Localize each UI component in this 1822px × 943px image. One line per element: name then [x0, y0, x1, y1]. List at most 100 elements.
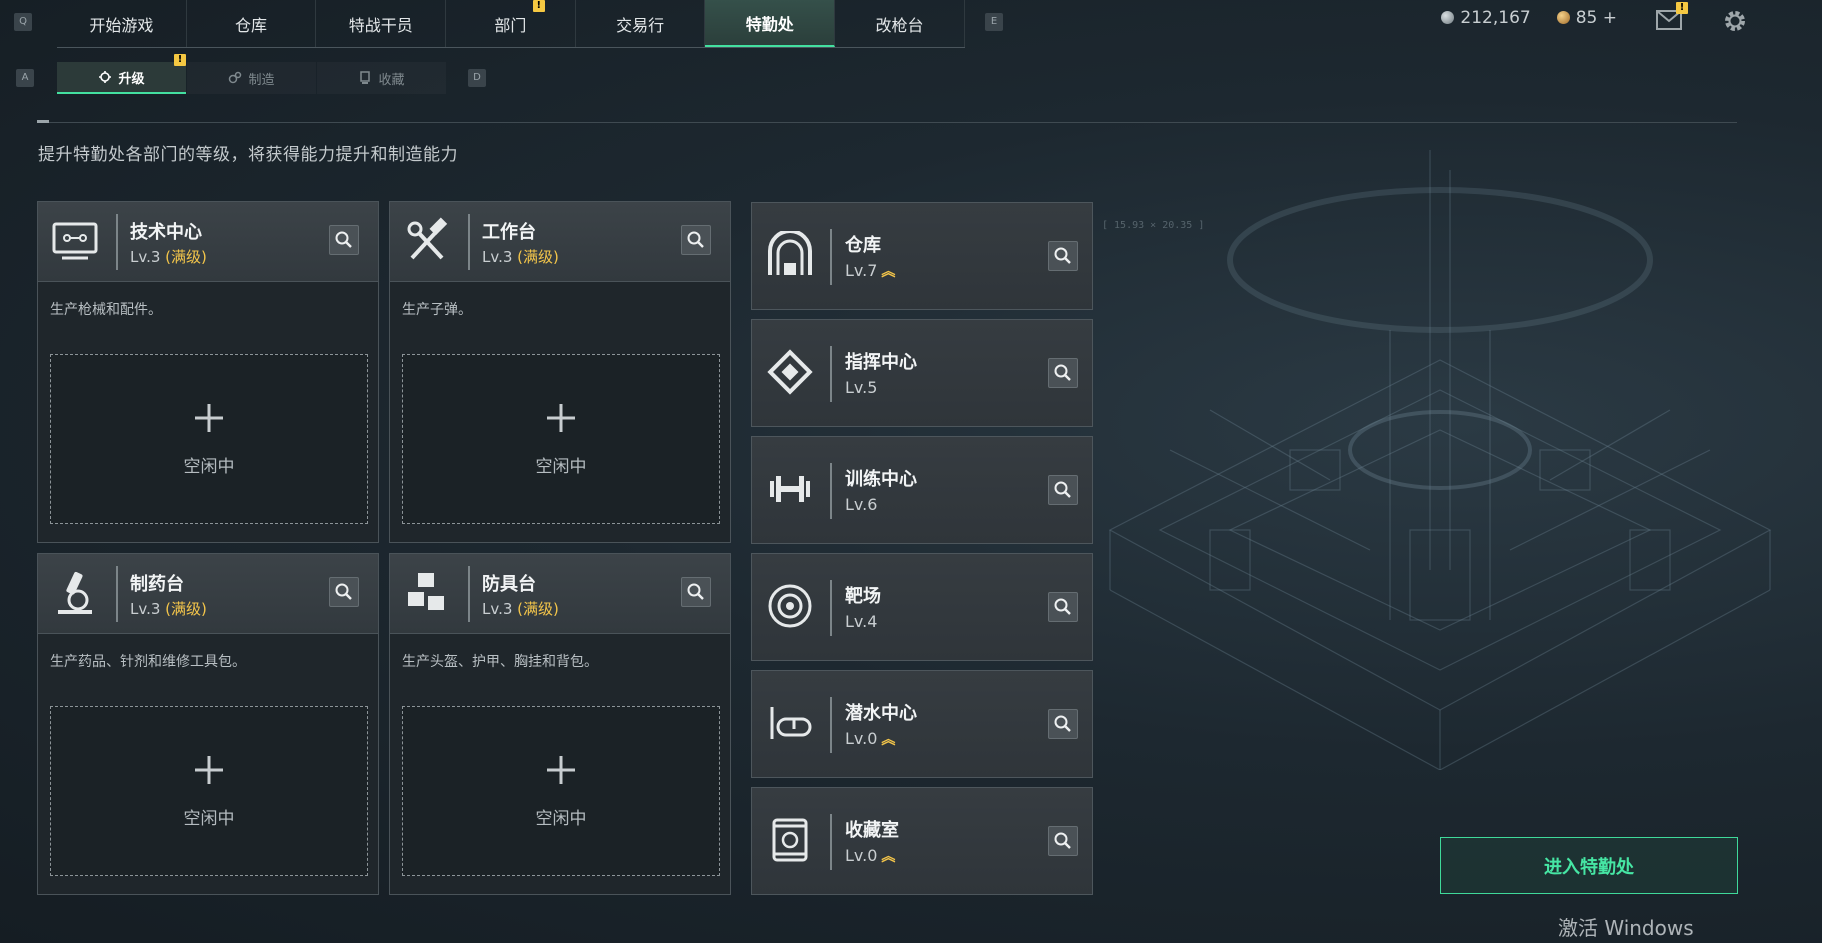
level-value: Lv.5 [845, 378, 878, 397]
department-description: 生产子弹。 [402, 302, 472, 318]
department-level: Lv.3 (满级) [130, 598, 207, 619]
department-title: 工作台 [482, 222, 536, 243]
production-slot[interactable]: 空闲中 [50, 354, 368, 524]
level-value: Lv.3 [482, 248, 513, 266]
search-icon [687, 583, 704, 600]
tab-special-ops[interactable]: 特勤处 [705, 0, 836, 47]
mail-button[interactable]: ! [1656, 2, 1688, 32]
intro-text: 提升特勤处各部门的等级，将获得能力提升和制造能力 [38, 145, 458, 165]
upgrade-available-icon: ︽ [881, 264, 896, 280]
inspect-button[interactable] [1048, 709, 1078, 739]
department-card-tech-center[interactable]: 技术中心 Lv.3 (满级) 生产枪械和配件。 空闲中 [37, 201, 379, 543]
slot-status: 空闲中 [183, 809, 235, 829]
inspect-button[interactable] [1048, 592, 1078, 622]
command-emblem-icon [767, 349, 813, 395]
inspect-button[interactable] [329, 577, 359, 607]
gears-icon [229, 71, 242, 84]
search-icon [1054, 247, 1071, 264]
production-slot[interactable]: 空闲中 [402, 706, 720, 876]
level-value: Lv.6 [845, 495, 878, 514]
upgrade-available-icon: ︽ [881, 732, 896, 748]
tab-warehouse[interactable]: 仓库 [187, 0, 317, 47]
silver-coin-icon [1441, 11, 1455, 24]
department-card-command-center[interactable]: 指挥中心 Lv.5 [751, 319, 1093, 427]
production-slot[interactable]: 空闲中 [402, 354, 720, 524]
inspect-button[interactable] [329, 225, 359, 255]
divider-line [37, 122, 1737, 123]
divider-marker [37, 120, 49, 123]
header-separator [468, 566, 470, 622]
search-icon [335, 231, 352, 248]
inspect-button[interactable] [681, 577, 711, 607]
card-separator [830, 229, 832, 285]
card-header: 技术中心 Lv.3 (满级) [38, 202, 378, 282]
gold-coin-icon [1556, 11, 1570, 24]
department-card-training-center[interactable]: 训练中心 Lv.6 [751, 436, 1093, 544]
windows-activation-watermark: 激活 Windows [1558, 916, 1694, 940]
tab-label: 开始游戏 [89, 15, 154, 35]
subtab-upgrade[interactable]: 升级 ! [57, 54, 186, 94]
max-level-tag: (满级) [165, 248, 207, 266]
plus-icon [547, 756, 575, 784]
level-value: Lv.0 [845, 729, 878, 748]
department-card-shooting-range[interactable]: 靶场 Lv.4 [751, 553, 1093, 661]
wrench-gear-icon [99, 71, 112, 83]
subtab-collection[interactable]: 收藏 [317, 62, 446, 94]
tab-operators[interactable]: 特战干员 [316, 0, 447, 47]
department-title: 指挥中心 [845, 352, 917, 373]
department-description: 生产头盔、护甲、胸挂和背包。 [402, 654, 598, 670]
subtab-label: 收藏 [378, 72, 405, 88]
mail-notification-badge: ! [1676, 2, 1688, 14]
production-slot[interactable]: 空闲中 [50, 706, 368, 876]
tab-gunsmith[interactable]: 改枪台 [835, 0, 965, 47]
department-level: Lv.7 ︽ [845, 261, 895, 281]
card-separator [830, 814, 832, 870]
inspect-button[interactable] [1048, 241, 1078, 271]
department-level: Lv.4 [845, 612, 877, 631]
gear-icon [1725, 11, 1745, 31]
search-icon [1054, 481, 1071, 498]
currency-bar: 212,167 85 + [1441, 8, 1617, 28]
department-level: Lv.6 [845, 495, 877, 514]
department-level: Lv.3 (满级) [130, 246, 207, 267]
inspect-button[interactable] [1048, 475, 1078, 505]
enter-special-ops-button[interactable]: 进入特勤处 [1440, 837, 1738, 894]
tab-departments[interactable]: 部门 ! [446, 0, 576, 47]
search-icon [687, 231, 704, 248]
department-title: 仓库 [845, 235, 881, 256]
settings-button[interactable] [1722, 8, 1748, 34]
plus-icon [547, 404, 575, 432]
tab-label: 仓库 [235, 15, 268, 35]
department-card-armor-bench[interactable]: 防具台 Lv.3 (满级) 生产头盔、护甲、胸挂和背包。 空闲中 [389, 553, 731, 895]
card-separator [830, 580, 832, 636]
level-value: Lv.7 [845, 261, 878, 280]
target-icon [768, 584, 812, 628]
department-card-warehouse[interactable]: 仓库 Lv.7 ︽ [751, 202, 1093, 310]
tab-start-game[interactable]: 开始游戏 [57, 0, 187, 47]
level-value: Lv.0 [845, 846, 878, 865]
subtab-craft[interactable]: 制造 [187, 62, 316, 94]
silver-currency: 212,167 [1441, 8, 1531, 28]
plus-icon [195, 756, 223, 784]
hammer-wrench-icon [407, 217, 448, 260]
inspect-button[interactable] [1048, 826, 1078, 856]
level-value: Lv.3 [130, 600, 161, 618]
department-card-pharmacy[interactable]: 制药台 Lv.3 (满级) 生产药品、针剂和维修工具包。 空闲中 [37, 553, 379, 895]
slot-status: 空闲中 [183, 457, 235, 477]
card-header: 工作台 Lv.3 (满级) [390, 202, 730, 282]
department-card-diving-center[interactable]: 潜水中心 Lv.0 ︽ [751, 670, 1093, 778]
search-icon [1054, 715, 1071, 732]
tab-trade-market[interactable]: 交易行 [576, 0, 706, 47]
inspect-button[interactable] [681, 225, 711, 255]
inspect-button[interactable] [1048, 358, 1078, 388]
level-value: Lv.3 [130, 248, 161, 266]
search-icon [1054, 598, 1071, 615]
slot-status: 空闲中 [535, 457, 587, 477]
department-card-collection-room[interactable]: 收藏室 Lv.0 ︽ [751, 787, 1093, 895]
hotkey-d: D [468, 69, 486, 87]
card-header: 制药台 Lv.3 (满级) [38, 554, 378, 634]
gold-currency[interactable]: 85 + [1556, 8, 1617, 28]
department-card-workbench[interactable]: 工作台 Lv.3 (满级) 生产子弹。 空闲中 [389, 201, 731, 543]
tab-label: 特勤处 [745, 14, 794, 34]
search-icon [1054, 364, 1071, 381]
